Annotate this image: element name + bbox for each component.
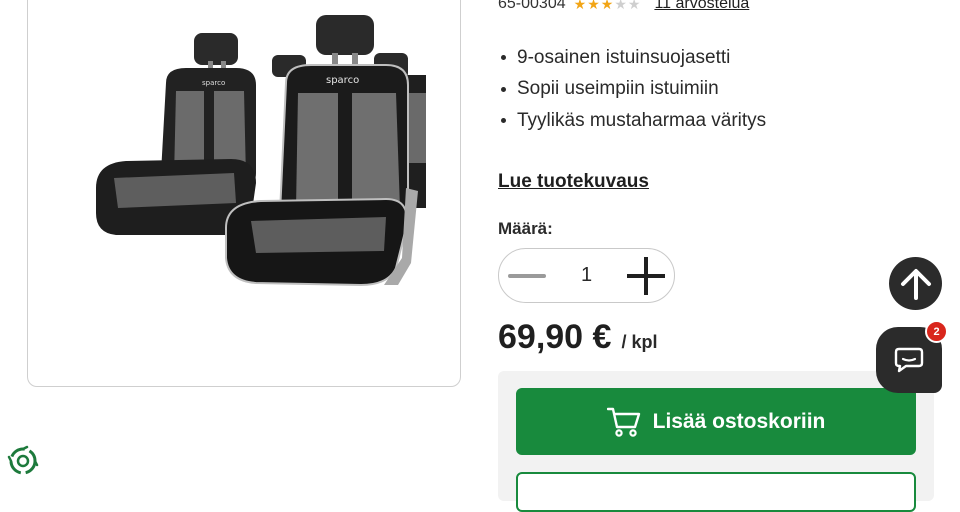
feature-item: Tyylikäs mustaharmaa väritys: [498, 105, 766, 137]
price-amount: 69,90 €: [498, 318, 612, 356]
feature-list: 9-osainen istuinsuojasetti Sopii useimpi…: [498, 42, 766, 137]
price: 69,90 € / kpl: [498, 318, 657, 357]
sku-rating-row: 65-00304 ★ ★ ★ ★ ★ 11 arvostelua: [498, 0, 749, 14]
feature-item: 9-osainen istuinsuojasetti: [498, 42, 766, 74]
scroll-to-top-button[interactable]: [889, 257, 942, 310]
feature-text: Sopii useimpiin istuimiin: [517, 78, 719, 100]
cart-icon: [606, 407, 640, 437]
secondary-button[interactable]: [516, 472, 916, 512]
product-sku: 65-00304: [498, 0, 566, 12]
increase-quantity-button[interactable]: [618, 249, 674, 302]
bullet: [501, 55, 506, 61]
rating-stars: ★ ★ ★ ★ ★: [574, 0, 641, 11]
product-image: sparco sparco: [96, 15, 426, 287]
bullet: [501, 118, 506, 124]
decrease-quantity-button[interactable]: [499, 249, 555, 302]
arrow-up-icon: [900, 268, 931, 300]
star-icon: ★: [587, 0, 600, 12]
chat-icon: [894, 347, 924, 373]
add-to-cart-label: Lisää ostoskoriin: [652, 409, 826, 433]
eco-icon-graphic: [7, 445, 39, 475]
seat-left: sparco: [96, 33, 256, 235]
feature-item: Sopii useimpiin istuimiin: [498, 74, 766, 106]
quantity-stepper: 1: [498, 248, 675, 303]
minus-icon: [508, 273, 546, 278]
star-icon: ★: [627, 0, 641, 12]
feature-text: Tyylikäs mustaharmaa väritys: [517, 109, 767, 131]
eco-icon[interactable]: [7, 445, 39, 482]
seat-logo-small: sparco: [202, 79, 225, 87]
quantity-value[interactable]: 1: [581, 264, 592, 287]
feature-text: 9-osainen istuinsuojasetti: [517, 46, 731, 68]
chat-notification-badge: 2: [925, 320, 948, 343]
star-icon: ★: [600, 0, 614, 12]
product-image-card[interactable]: sparco sparco: [27, 0, 461, 387]
add-to-cart-button[interactable]: Lisää ostoskoriin: [516, 388, 916, 455]
star-icon: ★: [573, 0, 587, 12]
plus-icon: [627, 256, 665, 295]
seat-logo: sparco: [326, 75, 359, 86]
price-unit: / kpl: [621, 332, 658, 352]
product-description-link[interactable]: Lue tuotekuvaus: [498, 171, 649, 193]
bullet: [501, 86, 506, 92]
quantity-label: Määrä:: [498, 219, 553, 238]
star-icon: ★: [614, 0, 627, 12]
reviews-link[interactable]: 11 arvostelua: [654, 0, 749, 13]
